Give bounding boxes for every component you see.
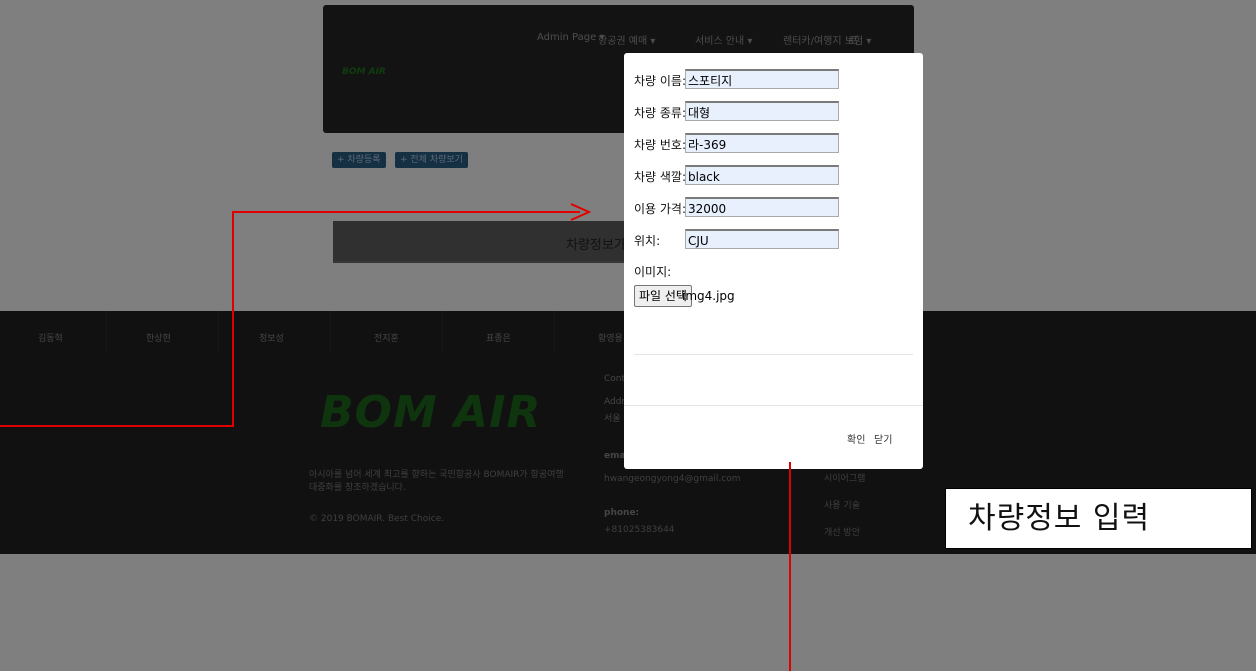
close-button[interactable]: 닫기 bbox=[874, 431, 892, 446]
vehicle-name-input[interactable]: 스포티지 bbox=[685, 69, 839, 89]
confirm-button[interactable]: 확인 bbox=[847, 431, 865, 446]
field-label: 차량 이름: bbox=[634, 74, 687, 88]
vehicle-color-input[interactable]: black bbox=[685, 165, 839, 185]
annotation-callout: 차량정보 입력 bbox=[945, 488, 1252, 549]
field-label: 차량 번호: bbox=[634, 138, 687, 152]
annotation-line bbox=[232, 211, 234, 427]
vehicle-location-input[interactable]: CJU bbox=[685, 229, 839, 249]
annotation-line bbox=[0, 425, 234, 427]
modal-divider bbox=[634, 354, 913, 355]
field-label: 차량 종류: bbox=[634, 106, 687, 120]
annotation-line bbox=[789, 462, 791, 671]
vehicle-price-input[interactable]: 32000 bbox=[685, 197, 839, 217]
field-label: 위치: bbox=[634, 234, 661, 248]
field-label: 이용 가격: bbox=[634, 202, 687, 216]
annotation-arrow-icon bbox=[570, 203, 592, 221]
field-label: 차량 색깔: bbox=[634, 170, 687, 184]
modal-footer-divider bbox=[624, 405, 923, 406]
vehicle-type-input[interactable]: 대형 bbox=[685, 101, 839, 121]
annotation-line bbox=[232, 211, 580, 213]
image-label: 이미지: bbox=[634, 265, 672, 279]
vehicle-number-input[interactable]: 라-369 bbox=[685, 133, 839, 153]
selected-file-name: img4.jpg bbox=[682, 289, 735, 303]
vehicle-register-modal: 차량 이름: 스포티지 차량 종류: 대형 차량 번호: 라-369 차량 색깔… bbox=[624, 53, 923, 469]
